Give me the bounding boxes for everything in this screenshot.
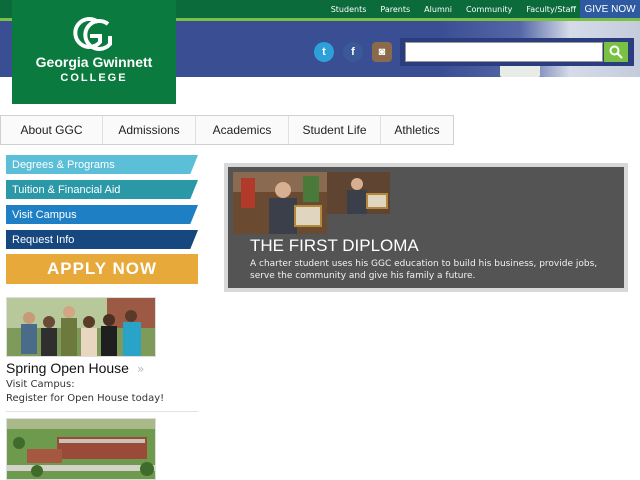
nav-admissions[interactable]: Admissions: [103, 116, 196, 144]
campus-aerial-photo[interactable]: [6, 418, 156, 480]
side-request-info[interactable]: Request Info: [6, 230, 198, 249]
utility-link-parents[interactable]: Parents: [380, 5, 410, 14]
side-visit-campus[interactable]: Visit Campus: [6, 205, 198, 224]
feature-photo-thumb[interactable]: [327, 172, 390, 214]
utility-link-alumni[interactable]: Alumni: [424, 5, 452, 14]
chevron-right-icon[interactable]: »: [137, 362, 144, 376]
college-logo[interactable]: Georgia Gwinnett COLLEGE: [12, 0, 176, 104]
open-house-title[interactable]: Spring Open House: [6, 360, 129, 376]
nav-about-ggc[interactable]: About GGC: [1, 116, 103, 144]
open-house-line-1: Visit Campus:: [6, 379, 75, 390]
open-house-line-2: Register for Open House today!: [6, 393, 165, 404]
search-input[interactable]: [405, 42, 603, 62]
side-tuition-aid[interactable]: Tuition & Financial Aid: [6, 180, 198, 199]
nav-student-life[interactable]: Student Life: [289, 116, 381, 144]
utility-link-faculty-staff[interactable]: Faculty/Staff: [526, 5, 576, 14]
open-house-photo[interactable]: [6, 297, 156, 357]
utility-links: Students Parents Alumni Community Facult…: [317, 0, 576, 18]
utility-link-community[interactable]: Community: [466, 5, 512, 14]
side-menu: Degrees & Programs Tuition & Financial A…: [6, 155, 198, 255]
utility-link-students[interactable]: Students: [331, 5, 367, 14]
ggc-logo-icon: [73, 16, 112, 51]
nav-athletics[interactable]: Athletics: [381, 116, 453, 144]
instagram-icon[interactable]: ◙: [372, 42, 392, 62]
feature-title[interactable]: THE FIRST DIPLOMA: [250, 236, 419, 256]
search-icon: [609, 45, 623, 59]
logo-name: Georgia Gwinnett: [35, 54, 153, 70]
facebook-icon[interactable]: f: [343, 42, 363, 62]
feature-photo-main[interactable]: [233, 172, 327, 234]
logo-subtitle: COLLEGE: [60, 72, 128, 84]
card-divider: [6, 411, 198, 412]
apply-now-button[interactable]: APPLY NOW: [6, 254, 198, 284]
search-button[interactable]: [604, 42, 628, 62]
nav-academics[interactable]: Academics: [196, 116, 289, 144]
feature-description: A charter student uses his GGC education…: [250, 259, 598, 281]
give-now-button[interactable]: GIVE NOW: [580, 0, 640, 18]
side-degrees-programs[interactable]: Degrees & Programs: [6, 155, 198, 174]
twitter-icon[interactable]: t: [314, 42, 334, 62]
main-nav: About GGC Admissions Academics Student L…: [0, 115, 454, 145]
